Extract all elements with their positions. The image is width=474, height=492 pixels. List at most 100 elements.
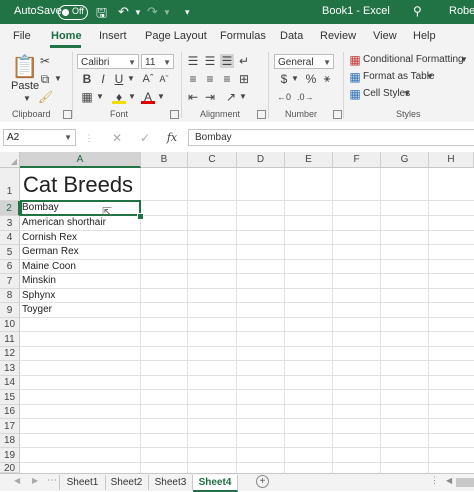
sheet-tab-3[interactable]: Sheet3 — [149, 475, 193, 490]
font-color-dropdown-icon[interactable]: ▼ — [154, 90, 168, 104]
scroll-left-icon[interactable]: ◀ — [14, 476, 20, 485]
tab-review[interactable]: Review — [320, 30, 356, 42]
borders-dropdown-icon[interactable]: ▼ — [93, 90, 107, 104]
search-icon[interactable]: ⚲ — [413, 4, 422, 18]
row-header-5[interactable]: 5 — [0, 245, 20, 260]
paste-icon[interactable]: 📋 — [11, 54, 38, 80]
enter-icon[interactable]: ✓ — [138, 131, 152, 145]
row-header-11[interactable]: 11 — [0, 332, 20, 347]
select-all-corner[interactable]: ◢ — [0, 152, 20, 168]
add-sheet-icon[interactable]: + — [256, 475, 269, 488]
increase-decimal-icon[interactable]: ←0 — [277, 90, 291, 104]
fill-color-dropdown-icon[interactable]: ▼ — [125, 90, 139, 104]
sheet-tab-2[interactable]: Sheet2 — [105, 475, 149, 490]
cell-a9[interactable]: Toyger — [20, 303, 52, 317]
wrap-text-icon[interactable]: ↵ — [237, 54, 251, 68]
underline-dropdown-icon[interactable]: ▼ — [124, 72, 138, 86]
orientation-dropdown-icon[interactable]: ▼ — [236, 90, 250, 104]
worksheet-grid[interactable]: ◢ A B C D E F G H 1 2 3 4 5 6 7 8 9 10 1… — [0, 152, 474, 474]
cancel-icon[interactable]: ✕ — [110, 131, 124, 145]
name-box[interactable]: A2 ▼ — [3, 129, 76, 146]
fill-handle[interactable] — [137, 213, 144, 220]
sheet-tab-4[interactable]: Sheet4 — [193, 475, 238, 492]
cell-a7[interactable]: Minskin — [20, 274, 56, 288]
bold-button[interactable]: B — [80, 72, 94, 86]
tab-formulas[interactable]: Formulas — [220, 30, 266, 42]
save-icon[interactable]: 🖫 — [96, 4, 107, 26]
fill-color-icon[interactable]: ♦ — [112, 90, 126, 104]
tab-insert[interactable]: Insert — [99, 30, 127, 42]
tab-page-layout[interactable]: Page Layout — [145, 30, 207, 42]
column-header-h[interactable]: H — [429, 152, 474, 168]
increase-font-icon[interactable]: Aˆ — [141, 72, 155, 86]
number-launcher-icon[interactable] — [333, 110, 342, 119]
copy-icon[interactable]: ⧉ — [38, 72, 52, 86]
merge-center-icon[interactable]: ⊞ — [237, 72, 251, 86]
top-align-icon[interactable]: ☰ — [186, 54, 200, 68]
row-header-10[interactable]: 10 — [0, 318, 20, 332]
row-header-18[interactable]: 18 — [0, 434, 20, 448]
row-header-8[interactable]: 8 — [0, 289, 20, 303]
more-options-icon[interactable]: ⋮ — [82, 131, 96, 145]
row-header-15[interactable]: 15 — [0, 390, 20, 405]
autosave-toggle[interactable]: Off — [58, 5, 88, 20]
row-header-9[interactable]: 9 — [0, 303, 20, 318]
redo-icon[interactable]: ↷ — [147, 4, 158, 20]
tab-file[interactable]: File — [13, 30, 31, 42]
align-left-icon[interactable]: ≡ — [186, 72, 200, 86]
increase-indent-icon[interactable]: ⇥ — [203, 90, 217, 104]
decrease-decimal-icon[interactable]: .0→ — [297, 90, 314, 104]
font-launcher-icon[interactable] — [170, 110, 179, 119]
tab-home[interactable]: Home — [51, 30, 82, 42]
decrease-indent-icon[interactable]: ⇤ — [186, 90, 200, 104]
cell-a4[interactable]: Cornish Rex — [20, 231, 77, 245]
row-header-20[interactable]: 20 — [0, 463, 20, 474]
user-name[interactable]: Rober — [449, 5, 474, 17]
clipboard-launcher-icon[interactable] — [63, 110, 72, 119]
horizontal-scrollbar[interactable] — [456, 478, 474, 487]
paste-button[interactable]: Paste — [11, 80, 39, 92]
row-header-14[interactable]: 14 — [0, 376, 20, 390]
column-header-c[interactable]: C — [188, 152, 237, 168]
cut-icon[interactable]: ✂ — [38, 54, 52, 68]
align-right-icon[interactable]: ≡ — [220, 72, 234, 86]
redo-dropdown-icon[interactable]: ▼ — [163, 8, 171, 17]
decrease-font-icon[interactable]: Aˇ — [157, 72, 171, 86]
currency-dropdown-icon[interactable]: ▼ — [288, 72, 302, 86]
font-name-select[interactable]: Calibri ▼ — [77, 54, 139, 69]
cell-a2[interactable]: Bombay — [20, 201, 59, 215]
comma-style-icon[interactable]: ⚹ — [320, 72, 334, 86]
cell-a6[interactable]: Maine Coon — [20, 260, 76, 274]
font-size-select[interactable]: 11 ▼ — [141, 54, 174, 69]
font-color-icon[interactable]: A — [141, 90, 155, 104]
column-header-b[interactable]: B — [141, 152, 188, 168]
cell-a8[interactable]: Sphynx — [20, 289, 55, 303]
customize-qat-icon[interactable]: ▾ — [185, 7, 190, 18]
middle-align-icon[interactable]: ☰ — [203, 54, 217, 68]
tab-help[interactable]: Help — [413, 30, 436, 42]
bottom-align-icon[interactable]: ☰ — [220, 54, 234, 68]
chevron-down-icon[interactable]: ▼ — [457, 53, 471, 67]
column-header-g[interactable]: G — [381, 152, 429, 168]
tab-view[interactable]: View — [373, 30, 397, 42]
row-header-16[interactable]: 16 — [0, 405, 20, 419]
italic-button[interactable]: I — [96, 72, 110, 86]
row-header-6[interactable]: 6 — [0, 260, 20, 274]
borders-icon[interactable]: ▦ — [80, 90, 94, 104]
scroll-left-arrow-icon[interactable]: ◀ — [446, 476, 452, 485]
scroll-right-icon[interactable]: ▶ — [32, 476, 38, 485]
row-header-17[interactable]: 17 — [0, 419, 20, 434]
cell-a5[interactable]: German Rex — [20, 245, 79, 259]
row-header-3[interactable]: 3 — [0, 216, 20, 231]
copy-dropdown-icon[interactable]: ▼ — [51, 72, 65, 86]
cell-a1-heading[interactable]: Cat Breeds — [21, 171, 133, 199]
horizontal-scroll-menu-icon[interactable]: ⋮ — [430, 475, 439, 486]
paste-dropdown-icon[interactable]: ▼ — [20, 92, 34, 106]
cell-a3[interactable]: American shorthair — [20, 216, 106, 230]
alignment-launcher-icon[interactable] — [257, 110, 266, 119]
row-header-19[interactable]: 19 — [0, 448, 20, 463]
row-header-2[interactable]: 2 — [0, 201, 20, 216]
conditional-formatting-button[interactable]: Conditional Formatting — [363, 54, 464, 65]
percent-button[interactable]: % — [304, 72, 318, 86]
undo-icon[interactable]: ↶ — [118, 4, 129, 20]
